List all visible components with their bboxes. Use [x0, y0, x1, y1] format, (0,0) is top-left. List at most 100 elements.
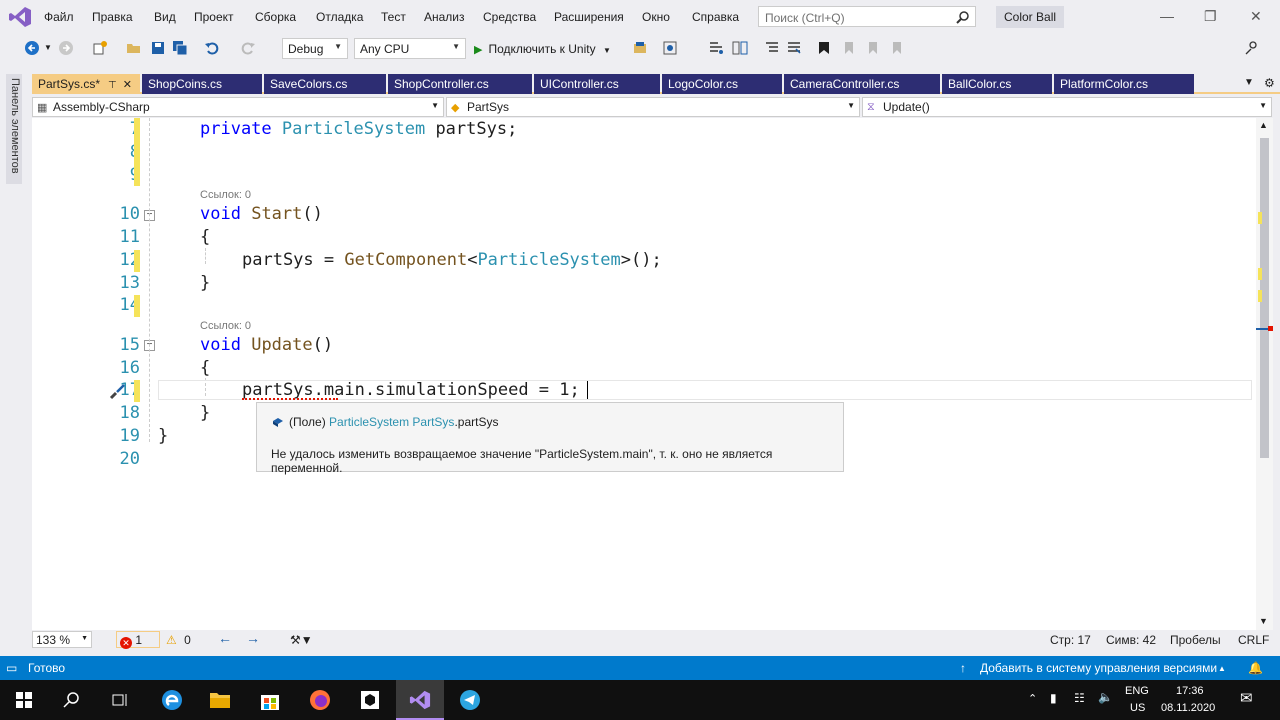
- quick-action-brush-icon[interactable]: [108, 382, 128, 400]
- tab-logocolor[interactable]: LogoColor.cs: [662, 74, 782, 94]
- arrow-up-icon: ↑: [960, 661, 966, 675]
- tab-ballcolor[interactable]: BallColor.cs: [942, 74, 1052, 94]
- input-layout[interactable]: US: [1130, 702, 1145, 714]
- back-dropdown-icon[interactable]: ▼: [44, 43, 52, 52]
- menu-extensions[interactable]: Расширения: [554, 10, 624, 24]
- save-all-icon[interactable]: [172, 40, 188, 56]
- prev-bookmark-icon[interactable]: [840, 40, 856, 56]
- new-project-icon[interactable]: [92, 40, 108, 56]
- codelens-references[interactable]: Ссылок: 0: [200, 189, 251, 201]
- minimize-icon[interactable]: —: [1160, 8, 1174, 24]
- edge-taskbar-button[interactable]: [148, 680, 196, 720]
- telegram-taskbar-button[interactable]: [446, 680, 494, 720]
- clock-time[interactable]: 17:36: [1176, 685, 1204, 697]
- restore-icon[interactable]: ❐: [1204, 8, 1217, 25]
- menu-debug[interactable]: Отладка: [316, 10, 363, 24]
- input-lang[interactable]: ENG: [1125, 685, 1149, 697]
- zoom-select[interactable]: 133 % ▼: [32, 631, 92, 648]
- pin-icon[interactable]: ⊤: [108, 80, 117, 91]
- project-dropdown[interactable]: ▦ Assembly-CSharp ▼: [32, 97, 444, 117]
- notification-bell-icon[interactable]: 🔔: [1248, 661, 1263, 675]
- menu-tools[interactable]: Средства: [483, 10, 536, 24]
- configuration-select[interactable]: Debug ▼: [282, 38, 348, 59]
- menu-window[interactable]: Окно: [642, 10, 670, 24]
- menu-edit[interactable]: Правка: [92, 10, 133, 24]
- menu-build[interactable]: Сборка: [255, 10, 296, 24]
- menu-analyze[interactable]: Анализ: [424, 10, 465, 24]
- menu-project[interactable]: Проект: [194, 10, 234, 24]
- scroll-up-icon[interactable]: ▲: [1259, 120, 1268, 130]
- battery-icon[interactable]: ▮: [1050, 691, 1057, 705]
- open-folder-icon[interactable]: [126, 40, 142, 56]
- browse-icon[interactable]: [662, 40, 678, 56]
- redo-icon[interactable]: [240, 40, 256, 56]
- class-dropdown[interactable]: ◆ PartSys ▼: [446, 97, 860, 117]
- line-number: 11: [119, 227, 140, 247]
- unity-explorer-icon[interactable]: [632, 40, 648, 56]
- uncomment-icon[interactable]: [786, 40, 802, 56]
- undo-icon[interactable]: [204, 40, 220, 56]
- explorer-taskbar-button[interactable]: [196, 680, 244, 720]
- change-marker: [134, 250, 140, 272]
- search-taskbar-button[interactable]: [48, 680, 96, 720]
- tab-list-dropdown-icon[interactable]: ▼: [1244, 77, 1254, 88]
- task-view-button[interactable]: [96, 680, 144, 720]
- chevron-up-icon[interactable]: ▲: [1218, 664, 1226, 673]
- clear-bookmarks-icon[interactable]: [888, 40, 904, 56]
- menu-help[interactable]: Справка: [692, 10, 739, 24]
- code-editor[interactable]: 7 8 9 10 11 12 13 14 15 16 17 18 19 20 −…: [32, 118, 1256, 630]
- next-bookmark-icon[interactable]: [864, 40, 880, 56]
- member-dropdown[interactable]: ⧖ Update() ▼: [862, 97, 1272, 117]
- codelens-references[interactable]: Ссылок: 0: [200, 320, 251, 332]
- back-icon[interactable]: [24, 40, 40, 56]
- attach-to-unity-button[interactable]: ▶ Подключить к Unity ▼: [474, 42, 611, 56]
- errors-indicator[interactable]: ✕ 1: [116, 631, 160, 649]
- visual-studio-logo-icon[interactable]: [8, 6, 32, 28]
- tab-platformcolor[interactable]: PlatformColor.cs: [1054, 74, 1194, 94]
- tab-uicontroller[interactable]: UIController.cs: [534, 74, 660, 94]
- save-icon[interactable]: [150, 40, 166, 56]
- forward-icon[interactable]: [58, 40, 74, 56]
- menu-test[interactable]: Тест: [381, 10, 406, 24]
- nav-back-icon[interactable]: ←: [218, 630, 232, 646]
- indent-indicator[interactable]: Пробелы: [1170, 633, 1221, 647]
- clock-date[interactable]: 08.11.2020: [1161, 702, 1215, 714]
- unity-taskbar-button[interactable]: [346, 680, 394, 720]
- close-icon[interactable]: ✕: [1250, 8, 1262, 25]
- action-center-icon[interactable]: ✉: [1240, 689, 1253, 707]
- network-icon[interactable]: ☷: [1074, 691, 1085, 705]
- add-to-source-control[interactable]: Добавить в систему управления версиями: [980, 661, 1217, 675]
- menu-file[interactable]: Файл: [44, 10, 74, 24]
- visual-studio-taskbar-button[interactable]: [396, 680, 444, 720]
- warnings-indicator[interactable]: ⚠ 0: [166, 633, 191, 647]
- volume-icon[interactable]: 🔈: [1098, 690, 1113, 704]
- search-input[interactable]: Поиск (Ctrl+Q): [758, 6, 976, 27]
- tab-label: BallColor.cs: [948, 77, 1012, 91]
- tab-savecolors[interactable]: SaveColors.cs: [264, 74, 386, 94]
- tab-cameracontroller[interactable]: CameraController.cs: [784, 74, 940, 94]
- close-tab-icon[interactable]: ✕: [123, 79, 132, 91]
- platform-select[interactable]: Any CPU ▼: [354, 38, 466, 59]
- split-view-icon[interactable]: [732, 40, 748, 56]
- firefox-taskbar-button[interactable]: [296, 680, 344, 720]
- code-cleanup-icon[interactable]: ⚒▼: [290, 633, 313, 647]
- tab-shopcoins[interactable]: ShopCoins.cs: [142, 74, 262, 94]
- search-icon: [956, 11, 969, 24]
- tray-chevron-up-icon[interactable]: ⌃: [1028, 692, 1037, 705]
- live-share-icon[interactable]: [1244, 40, 1260, 56]
- start-button[interactable]: [0, 680, 48, 720]
- settings-gear-icon[interactable]: ⚙: [1264, 76, 1275, 90]
- col-indicator[interactable]: Симв: 42: [1106, 633, 1156, 647]
- line-indicator[interactable]: Стр: 17: [1050, 633, 1091, 647]
- eol-indicator[interactable]: CRLF: [1238, 633, 1269, 647]
- store-taskbar-button[interactable]: [246, 680, 294, 720]
- vertical-scrollbar[interactable]: ▲ ▼: [1256, 118, 1273, 630]
- tab-partsys[interactable]: PartSys.cs* ⊤ ✕: [32, 74, 140, 94]
- step-icon[interactable]: [708, 40, 724, 56]
- tab-shopcontroller[interactable]: ShopController.cs: [388, 74, 532, 94]
- scroll-down-icon[interactable]: ▼: [1259, 616, 1268, 626]
- menu-view[interactable]: Вид: [154, 10, 176, 24]
- nav-forward-icon[interactable]: →: [246, 630, 260, 646]
- comment-icon[interactable]: [764, 40, 780, 56]
- bookmark-icon[interactable]: [816, 40, 832, 56]
